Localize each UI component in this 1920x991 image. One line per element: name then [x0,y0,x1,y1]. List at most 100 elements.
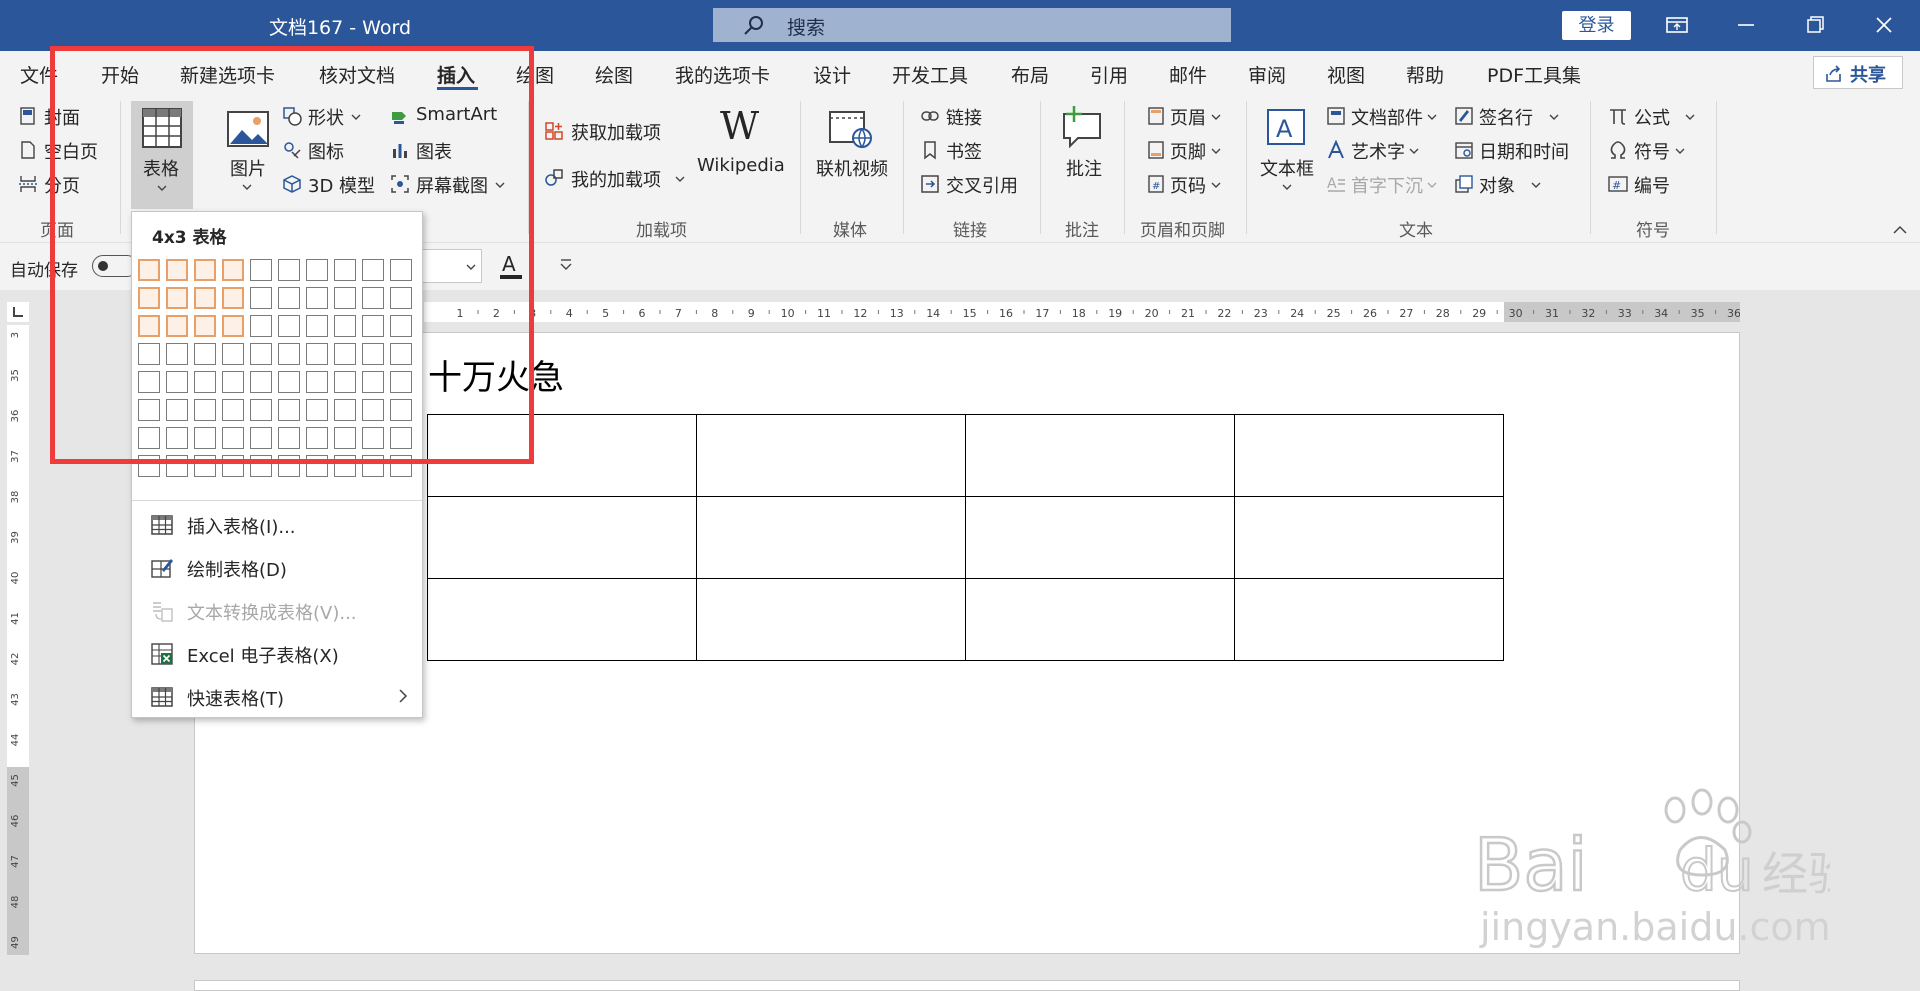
tab-draw-2[interactable]: 绘图 [595,61,633,88]
ruler-ticks: 3 35 36 37 38 39 40 41 42 43 44 45 46 47 48 49 [10,332,21,949]
header-button[interactable]: 页眉 [1170,104,1206,130]
ruler-tick-label: 9 [748,307,755,320]
ruler-tick-label: 47 [10,855,21,868]
bookmark-button[interactable]: 书签 [946,138,982,164]
table-cell[interactable] [427,578,697,661]
ruler-tick-label: 39 [10,531,21,544]
document-table[interactable] [427,414,1504,661]
ruler-tick-label: 18 [1072,307,1086,320]
object-button[interactable]: 对象 [1479,172,1515,198]
next-page-edge [194,980,1740,991]
search-box[interactable]: 搜索 [713,8,1231,42]
link-button[interactable]: 链接 [946,104,982,130]
quick-parts-icon [1327,107,1345,125]
table-cell[interactable] [965,414,1235,497]
collapse-ribbon-icon[interactable] [1892,224,1908,236]
ruler-ticks: 1 2 3 4 5 6 7 8 9 10 11 12 13 14 15 16 17 18 19 20 21 22 23 24 2… [457,307,1741,320]
ruler-tick-label: 12 [853,307,867,320]
get-addins-button[interactable]: 获取加载项 [571,119,661,145]
chevron-down-icon [675,176,685,182]
tab-help[interactable]: 帮助 [1406,61,1444,88]
ruler-tick-label: 8 [711,307,718,320]
equation-button[interactable]: 公式 [1634,104,1670,130]
table-cell[interactable] [696,578,966,661]
draw-table-icon [151,559,173,578]
ruler-tick-label: 22 [1217,307,1231,320]
close-icon[interactable] [1869,10,1899,40]
svg-text:#: # [1152,181,1160,192]
menu-item-label: 文本转换成表格(V)... [187,603,357,624]
chevron-down-icon [1549,114,1559,120]
chevron-down-icon [1211,114,1221,120]
textbox-button[interactable]: 文本框 [1260,155,1314,181]
ribbon-display-options-icon[interactable] [1662,10,1692,40]
customize-qat-icon[interactable] [558,257,574,273]
page-number-icon: # [1148,175,1164,193]
comment-button[interactable]: 批注 [1066,155,1102,181]
table-cell[interactable] [696,414,966,497]
minimize-icon[interactable] [1731,10,1761,40]
quick-tables-menu-item[interactable]: 快速表格(T) [132,676,422,716]
share-button[interactable]: 共享 [1813,56,1903,89]
table-cell[interactable] [1234,496,1504,579]
tab-design[interactable]: 设计 [813,61,851,88]
header-footer-group-label: 页眉和页脚 [1140,221,1225,241]
object-icon [1455,175,1473,193]
blank-page-icon [21,141,35,159]
table-cell[interactable] [696,496,966,579]
tab-references[interactable]: 引用 [1090,61,1128,88]
ruler-tick-label: 11 [817,307,831,320]
tab-layout[interactable]: 布局 [1011,61,1049,88]
tab-mailings[interactable]: 邮件 [1169,61,1207,88]
ruler-tick-label: 30 [1509,307,1523,320]
ruler-tick-label: 21 [1181,307,1195,320]
excel-spreadsheet-menu-item[interactable]: Excel 电子表格(X) [132,633,422,673]
chevron-down-icon [1427,114,1437,120]
draw-table-menu-item[interactable]: 绘制表格(D) [132,547,422,587]
insert-table-menu-item[interactable]: 插入表格(I)... [132,504,422,544]
ruler-tick-label: 36 [10,410,21,423]
restore-icon[interactable] [1800,10,1830,40]
get-addins-icon [545,122,563,140]
chevron-down-icon [1282,184,1292,190]
svg-text:Bai: Bai [1474,823,1588,907]
cross-reference-button[interactable]: 交叉引用 [946,172,1018,198]
ruler-tick-label: 28 [1436,307,1450,320]
online-video-button[interactable]: 联机视频 [816,155,888,181]
table-cell[interactable] [427,496,697,579]
date-time-icon [1455,142,1473,159]
horizontal-ruler[interactable]: 1 2 3 4 5 6 7 8 9 10 11 12 13 14 15 16 17 18 19 20 21 22 23 24 2… [424,302,1740,322]
tab-pdf-tools[interactable]: PDF工具集 [1487,61,1581,88]
table-cell[interactable] [965,496,1235,579]
tab-review[interactable]: 审阅 [1248,61,1286,88]
login-button[interactable]: 登录 [1562,11,1631,40]
signature-line-button[interactable]: 签名行 [1479,104,1533,130]
tab-my-tab[interactable]: 我的选项卡 [675,61,770,88]
footer-button[interactable]: 页脚 [1170,138,1206,164]
ruler-tick-label: 29 [1472,307,1486,320]
chevron-down-icon [1409,148,1419,154]
page-number-button[interactable]: 页码 [1170,172,1206,198]
tab-selector[interactable] [7,302,29,322]
addins-group-label: 加载项 [636,221,687,241]
wordart-button[interactable]: 艺术字 [1351,138,1405,164]
ruler-tick-label: 23 [1254,307,1268,320]
svg-text:#: # [1612,179,1621,192]
symbol-button[interactable]: 符号 [1634,138,1670,164]
wikipedia-button[interactable]: Wikipedia [697,155,785,176]
link-icon [921,111,939,121]
tab-view[interactable]: 视图 [1327,61,1365,88]
table-row [427,414,1504,497]
numbering-button[interactable]: 编号 [1634,172,1670,198]
tab-developer[interactable]: 开发工具 [892,61,968,88]
quick-parts-button[interactable]: 文档部件 [1351,104,1423,130]
table-cell[interactable] [1234,414,1504,497]
date-time-button[interactable]: 日期和时间 [1479,138,1569,164]
table-cell[interactable] [965,578,1235,661]
cross-reference-icon [921,175,939,193]
vertical-ruler[interactable]: 3 35 36 37 38 39 40 41 42 43 44 45 46 47 48 49 [7,325,29,955]
wordart-icon [1328,140,1344,159]
media-group-label: 媒体 [833,221,867,241]
my-addins-button[interactable]: 我的加载项 [571,166,661,192]
table-cell[interactable] [1234,578,1504,661]
